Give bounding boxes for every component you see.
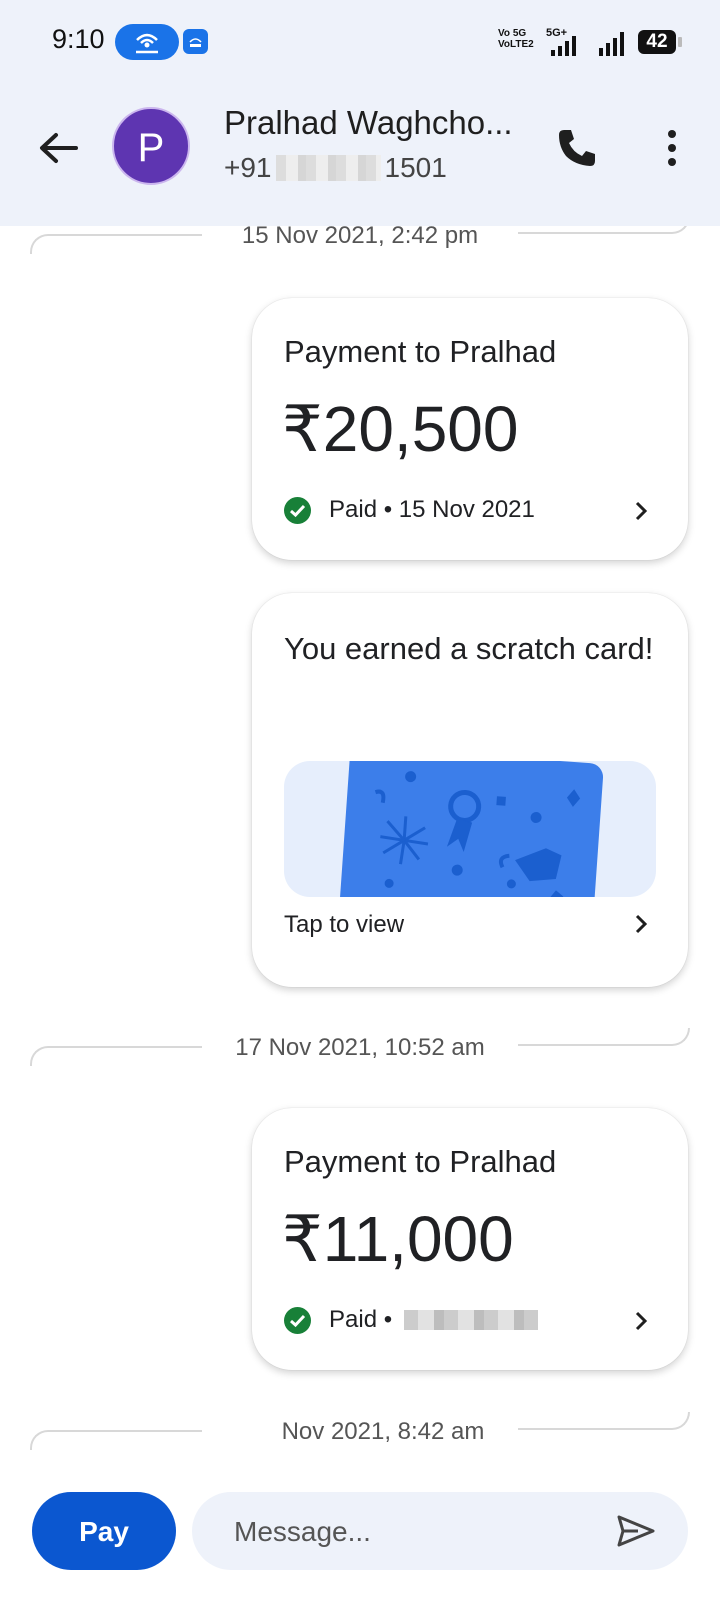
scratch-card-preview[interactable]	[284, 761, 656, 897]
notification-app-icon	[183, 29, 208, 54]
hotspot-icon	[136, 33, 158, 54]
status-text: Paid •	[329, 1306, 393, 1333]
message-box[interactable]	[192, 1492, 688, 1570]
contact-name[interactable]: Pralhad Waghcho...	[224, 104, 524, 142]
date-label: 17 Nov 2021, 10:52 am	[227, 1034, 493, 1061]
contact-avatar[interactable]: P	[112, 107, 190, 185]
scratch-card-image	[338, 761, 604, 897]
redacted-day	[231, 1423, 270, 1441]
date-separator: Nov 2021, 8:42 am	[30, 1412, 690, 1452]
check-circle-icon	[284, 1306, 311, 1334]
chevron-right-icon	[635, 1311, 648, 1331]
status-text: Paid • 15 Nov 2021	[329, 496, 535, 523]
payment-title: Payment to Pralhad	[284, 334, 557, 369]
payment-card[interactable]: Payment to Pralhad ₹20,500 Paid • 15 Nov…	[252, 298, 688, 560]
back-arrow-icon[interactable]	[36, 126, 80, 170]
payment-amount: ₹11,000	[282, 1203, 514, 1275]
battery-level: 42	[646, 31, 668, 52]
check-circle-icon	[284, 496, 311, 524]
tap-to-view[interactable]: Tap to view	[284, 911, 404, 939]
phone-suffix: 1501	[384, 152, 447, 183]
payment-amount: ₹20,500	[282, 393, 519, 465]
payment-card[interactable]: Payment to Pralhad ₹11,000 Paid •	[252, 1108, 688, 1370]
date-separator: 17 Nov 2021, 10:52 am	[30, 1028, 690, 1068]
redacted-digits	[275, 155, 381, 181]
date-label: 15 Nov 2021, 2:42 pm	[233, 222, 487, 249]
app-header: 9:10 Vo 5G VoLTE2 5G+ 42 P Pralhad Waghch…	[0, 0, 720, 226]
pay-button[interactable]: Pay	[32, 1492, 176, 1570]
message-input[interactable]	[232, 1510, 596, 1554]
signal-icon	[551, 36, 576, 56]
battery-icon: 42	[638, 30, 682, 54]
status-time: 9:10	[52, 24, 105, 54]
scratch-card-pattern-icon	[374, 771, 581, 897]
chevron-right-icon	[635, 914, 648, 934]
volte-indicator: Vo 5G VoLTE2	[498, 28, 534, 50]
payment-status: Paid • 15 Nov 2021	[284, 496, 535, 524]
redacted-date	[404, 1310, 539, 1330]
tap-to-view-label: Tap to view	[284, 911, 405, 938]
payment-status: Paid •	[284, 1306, 539, 1334]
more-options-icon[interactable]	[662, 126, 682, 170]
scratch-card-message[interactable]: You earned a scratch card! Tap to view	[252, 593, 688, 987]
hotspot-indicator	[115, 24, 179, 60]
payment-title: Payment to Pralhad	[284, 1144, 557, 1179]
scratch-card-title: You earned a scratch card!	[284, 631, 654, 666]
contact-phone: +91 1501	[224, 152, 447, 184]
chevron-right-icon	[635, 501, 648, 521]
composer-bar: Pay	[0, 1460, 720, 1604]
phone-call-icon[interactable]	[555, 126, 599, 170]
phone-prefix: +91	[224, 152, 272, 183]
signal-icon-sim2	[599, 32, 624, 56]
date-label: Nov 2021, 8:42 am	[273, 1418, 493, 1445]
send-icon[interactable]	[616, 1514, 656, 1548]
